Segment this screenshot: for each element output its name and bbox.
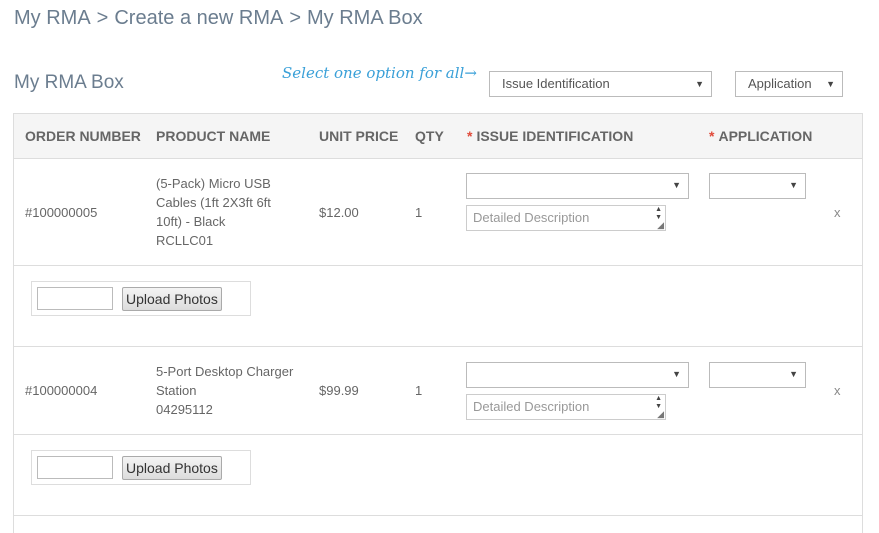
header-order-number: ORDER NUMBER [25,128,141,144]
chevron-down-icon: ▼ [789,369,798,379]
product-line: Station [156,383,197,398]
order-number: #100000005 [25,205,98,220]
breadcrumb-separator: > [289,7,302,29]
header-unit-price: UNIT PRICE [319,128,399,144]
application-select[interactable]: ▼ [709,362,806,388]
file-input[interactable] [37,456,113,479]
issue-select[interactable]: ▼ [466,362,689,388]
upload-photos-button[interactable]: Upload Photos [122,287,222,311]
bulk-issue-select-value: Issue Identification [502,76,610,91]
product-line: Cables (1ft 2X3ft 6ft [156,195,271,210]
description-placeholder: Detailed Description [473,210,590,225]
file-input[interactable] [37,287,113,310]
description-field[interactable]: Detailed Description ▲ ▼ ◢ [466,394,666,420]
breadcrumb-separator: > [96,7,109,29]
breadcrumb: My RMA > Create a new RMA > My RMA Box [14,7,423,30]
qty: 1 [415,383,423,398]
description-field[interactable]: Detailed Description ▲ ▼ ◢ [466,205,666,231]
breadcrumb-my-rma[interactable]: My RMA [14,7,91,29]
bulk-issue-select[interactable]: Issue Identification ▼ [489,71,712,97]
product-name: 5-Port Desktop Charger Station 04295112 [156,362,306,419]
upload-photos-group: Upload Photos [31,281,251,316]
required-mark: * [467,128,473,144]
header-product-name: PRODUCT NAME [156,128,271,144]
header-issue-identification: * ISSUE IDENTIFICATION [467,128,633,144]
unit-price: $99.99 [319,383,359,398]
select-all-hint: Select one option for all→ [282,64,477,82]
bulk-application-select[interactable]: Application ▼ [735,71,843,97]
chevron-down-icon: ▼ [672,369,681,379]
upload-row: Upload Photos [14,435,862,516]
application-select[interactable]: ▼ [709,173,806,199]
chevron-down-icon: ▼ [826,79,835,89]
table-row: #100000005 (5-Pack) Micro USB Cables (1f… [14,159,862,266]
chevron-down-icon: ▼ [695,79,704,89]
table-row: 5-Port Desktop Charger Station 04295112 … [14,347,862,435]
upload-photos-group: Upload Photos [31,450,251,485]
chevron-down-icon: ▼ [672,180,681,190]
table-header: ORDER NUMBER PRODUCT NAME UNIT PRICE QTY… [14,114,862,159]
breadcrumb-my-rma-box: My RMA Box [307,7,423,29]
header-application-label: APPLICATION [718,128,813,144]
product-line: 5-Port Desktop Charger [156,364,294,379]
unit-price: $12.00 [319,205,359,220]
breadcrumb-create-rma[interactable]: Create a new RMA [114,7,283,29]
qty: 1 [415,205,423,220]
product-name: (5-Pack) Micro USB Cables (1ft 2X3ft 6ft… [156,174,306,250]
box-title: My RMA Box [14,72,124,93]
upload-row: Upload Photos [14,266,862,347]
resize-handle-icon[interactable]: ◢ [657,410,664,419]
issue-select[interactable]: ▼ [466,173,689,199]
order-number: #100000004 [25,383,98,398]
upload-photos-button[interactable]: Upload Photos [122,456,222,480]
header-issue-label: ISSUE IDENTIFICATION [476,128,634,144]
remove-item-button[interactable]: x [834,383,841,398]
description-placeholder: Detailed Description [473,399,590,414]
product-sku: RCLLC01 [156,233,214,248]
product-line: 10ft) - Black [156,214,226,229]
chevron-down-icon: ▼ [789,180,798,190]
remove-item-button[interactable]: x [834,205,841,220]
product-line: (5-Pack) Micro USB [156,176,271,191]
rma-table: ORDER NUMBER PRODUCT NAME UNIT PRICE QTY… [13,113,863,533]
header-qty: QTY [415,128,444,144]
bulk-application-select-value: Application [748,76,812,91]
product-sku: 04295112 [156,402,213,417]
required-mark: * [709,128,715,144]
resize-handle-icon[interactable]: ◢ [657,221,664,230]
header-application: * APPLICATION [709,128,812,144]
